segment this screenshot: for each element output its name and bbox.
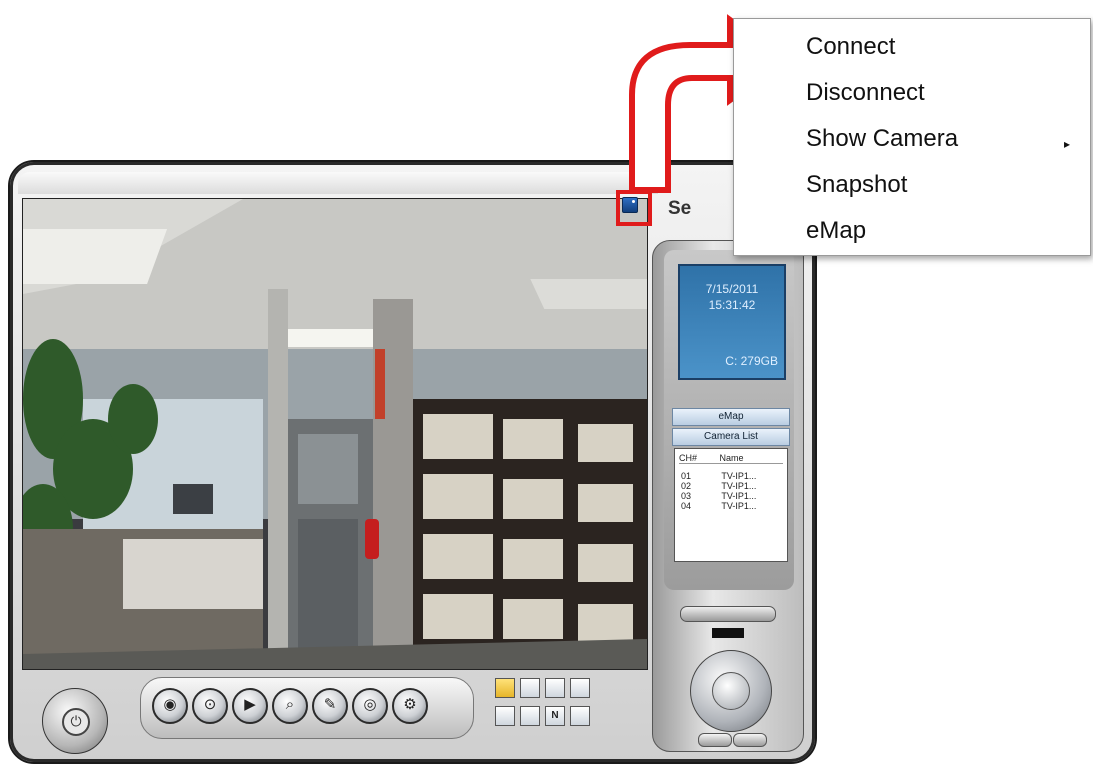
menu-item-show-camera[interactable]: Show Camera: [806, 125, 958, 153]
camera-list-button[interactable]: Camera List: [672, 428, 790, 446]
backup-icon[interactable]: ◎: [352, 688, 388, 724]
play-icon[interactable]: ▶: [232, 688, 268, 724]
context-menu: Connect Disconnect Show Camera ▸ Snapsho…: [733, 18, 1091, 256]
list-item[interactable]: 04 TV-IP1...: [681, 501, 756, 511]
window-top-bar: [18, 172, 658, 194]
layout-1x1-icon[interactable]: [495, 678, 515, 698]
power-icon: ⏻: [62, 708, 90, 736]
layout-2x2-icon[interactable]: [520, 678, 540, 698]
camera-channel: 02: [681, 481, 692, 491]
camera-name: TV-IP1...: [721, 491, 757, 501]
rotate-icon[interactable]: [570, 678, 590, 698]
camera-channel: 04: [681, 501, 692, 511]
status-screen: 7/15/2011 15:31:42 C: 279GB: [678, 264, 786, 380]
camera-channel: 03: [681, 491, 692, 501]
record-icon[interactable]: ◉: [152, 688, 188, 724]
status-time: 15:31:42: [708, 298, 756, 312]
zoom-slider[interactable]: [680, 606, 776, 622]
status-disk-space: C: 279GB: [725, 354, 778, 368]
ptz-right-small-button[interactable]: [733, 733, 767, 747]
menu-item-emap[interactable]: eMap: [806, 217, 866, 245]
ptz-display: [712, 628, 744, 638]
layout-mixed-icon[interactable]: [495, 706, 515, 726]
layout-single-icon[interactable]: [520, 706, 540, 726]
layout-3x3-icon[interactable]: [545, 678, 565, 698]
menu-item-connect[interactable]: Connect: [806, 33, 895, 61]
camera-image: [23, 199, 647, 669]
ptz-left-small-button[interactable]: [698, 733, 732, 747]
settings-icon[interactable]: ⚙: [392, 688, 428, 724]
camera-name: TV-IP1...: [721, 501, 757, 511]
column-header-name: Name: [719, 453, 744, 463]
search-icon[interactable]: ⌕: [272, 688, 308, 724]
fullscreen-icon[interactable]: [570, 706, 590, 726]
camera-live-view[interactable]: [22, 198, 648, 670]
column-header-ch: CH#: [679, 453, 698, 463]
tools-icon[interactable]: ✎: [312, 688, 348, 724]
ptz-home-button[interactable]: [712, 672, 750, 710]
camera-name: TV-IP1...: [721, 471, 757, 481]
list-item[interactable]: 03 TV-IP1...: [681, 491, 756, 501]
status-date: 7/15/2011: [705, 282, 759, 296]
list-item[interactable]: 01 TV-IP1...: [681, 471, 756, 481]
menu-item-disconnect[interactable]: Disconnect: [806, 79, 925, 107]
submenu-arrow-icon: ▸: [1063, 137, 1070, 151]
camera-list: CH# Name 01 TV-IP1... 02 TV-IP1... 03 TV…: [674, 448, 788, 562]
camera-list-header: CH# Name: [679, 453, 783, 464]
layout-n-button[interactable]: N: [545, 706, 565, 726]
camera-channel: 01: [681, 471, 692, 481]
menu-item-snapshot[interactable]: Snapshot: [806, 171, 907, 199]
camera-icon[interactable]: ⊙: [192, 688, 228, 724]
list-item[interactable]: 02 TV-IP1...: [681, 481, 756, 491]
camera-name: TV-IP1...: [721, 481, 757, 491]
emap-button[interactable]: eMap: [672, 408, 790, 426]
